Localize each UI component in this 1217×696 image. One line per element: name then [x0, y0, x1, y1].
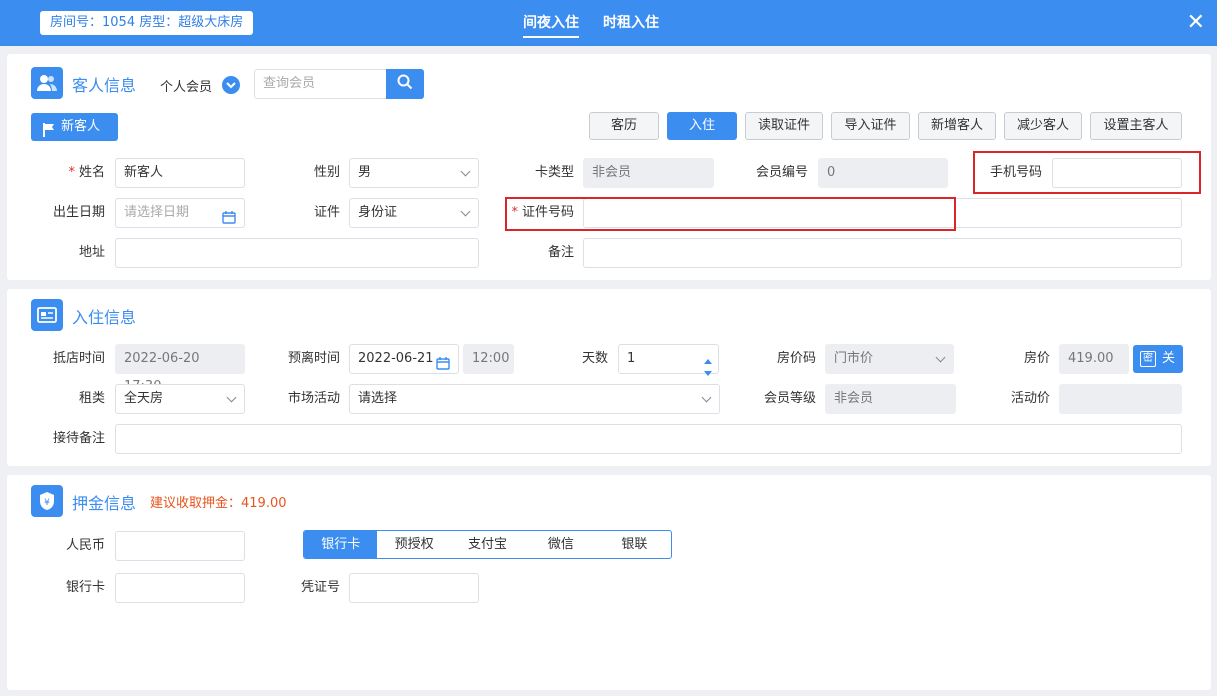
checkin-info-title: 入住信息 — [72, 308, 137, 327]
set-main-guest-button[interactable]: 设置主客人 — [1090, 112, 1182, 140]
chevron-down-icon — [935, 352, 946, 363]
id-type-label: 证件 — [313, 205, 340, 220]
add-guest-button[interactable]: 新增客人 — [918, 112, 996, 140]
lock-icon: 密 — [1140, 351, 1156, 367]
room-info-tag: 房间号：1054 房型：超级大床房 — [40, 11, 254, 35]
title-bar: 房间号：1054 房型：超级大床房 间夜入住 时租入住 ✕ — [0, 0, 1217, 46]
member-level-field: 非会员 — [825, 384, 956, 414]
member-no-field: 0 — [818, 158, 948, 188]
rmb-label: 人民币 — [65, 538, 105, 553]
days-stepper[interactable]: 1 — [618, 344, 719, 376]
import-id-button[interactable]: 导入证件 — [831, 112, 910, 140]
card-type-field: 非会员 — [583, 158, 714, 188]
gender-label: 性别 — [313, 165, 340, 180]
chevron-down-icon — [460, 166, 471, 177]
chevron-down-icon — [701, 392, 712, 403]
bank-card-field[interactable] — [115, 573, 245, 603]
guest-users-icon — [31, 67, 63, 99]
depart-label: 预离时间 — [287, 351, 340, 366]
promo-price-label: 活动价 — [1010, 391, 1050, 406]
pay-method-wechat[interactable]: 微信 — [524, 531, 597, 558]
close-icon[interactable]: ✕ — [1187, 12, 1205, 34]
remark-label: 备注 — [547, 245, 574, 260]
payment-method-tabs: 银行卡 预授权 支付宝 微信 银联 — [303, 530, 672, 559]
deposit-info-title: 押金信息 — [72, 494, 137, 513]
name-field[interactable]: 新客人 — [115, 158, 245, 188]
history-button[interactable]: 客历 — [589, 112, 659, 140]
address-field[interactable] — [115, 238, 479, 268]
address-label: 地址 — [78, 245, 105, 260]
market-select[interactable]: 请选择 — [349, 384, 720, 414]
member-search-input[interactable]: 查询会员 — [254, 69, 388, 99]
bank-card-label: 银行卡 — [65, 580, 105, 595]
member-type-label[interactable]: 个人会员 — [160, 76, 212, 95]
rate-code-label: 房价码 — [776, 351, 816, 366]
new-guest-chip[interactable]: 新客人 — [31, 113, 118, 141]
birth-label: 出生日期 — [52, 205, 105, 220]
member-no-label: 会员编号 — [755, 165, 808, 180]
rate-code-select[interactable]: 门市价 — [825, 344, 954, 374]
depart-date-picker[interactable]: 2022-06-21 — [349, 344, 459, 374]
arrive-label: 抵店时间 — [52, 351, 105, 366]
voucher-field[interactable] — [349, 573, 479, 603]
arrive-time-field: 2022-06-20 17:30 — [115, 344, 245, 394]
calendar-icon — [222, 207, 236, 235]
price-field: 419.00 — [1059, 344, 1129, 374]
rmb-field[interactable] — [115, 531, 245, 561]
tab-hourly-checkin[interactable]: 时租入住 — [603, 14, 659, 38]
chevron-down-icon[interactable] — [222, 76, 240, 94]
remark-field[interactable] — [583, 238, 1182, 268]
remove-guest-button[interactable]: 减少客人 — [1004, 112, 1082, 140]
birth-date-picker[interactable]: 请选择日期 — [115, 198, 245, 228]
pay-method-unionpay[interactable]: 银联 — [598, 531, 671, 558]
rent-type-select[interactable]: 全天房 — [115, 384, 245, 414]
phone-highlight-box — [973, 151, 1201, 194]
gender-select[interactable]: 男 — [349, 158, 479, 188]
checkin-button[interactable]: 入住 — [667, 112, 737, 140]
suggest-deposit-text: 建议收取押金：419.00 — [150, 496, 287, 511]
chevron-down-icon — [460, 206, 471, 217]
price-label: 房价 — [1023, 351, 1050, 366]
read-id-button[interactable]: 读取证件 — [745, 112, 823, 140]
promo-price-field — [1059, 384, 1182, 414]
search-button[interactable] — [386, 69, 424, 99]
guest-info-title: 客人信息 — [72, 76, 137, 95]
card-type-label: 卡类型 — [534, 165, 574, 180]
market-label: 市场活动 — [287, 391, 340, 406]
rent-type-label: 租类 — [78, 391, 105, 406]
deposit-shield-icon: ¥ — [31, 485, 63, 517]
pay-method-alipay[interactable]: 支付宝 — [451, 531, 524, 558]
days-label: 天数 — [581, 351, 608, 366]
checkin-card-icon — [31, 299, 63, 331]
name-label: * 姓名 — [68, 165, 105, 180]
tab-night-checkin[interactable]: 间夜入住 — [523, 14, 579, 38]
search-icon — [397, 74, 413, 94]
member-level-label: 会员等级 — [763, 391, 816, 406]
calendar-icon — [436, 353, 450, 381]
svg-text:¥: ¥ — [44, 498, 50, 508]
pay-method-preauth[interactable]: 预授权 — [377, 531, 450, 558]
depart-time-field: 12:00 — [463, 344, 514, 374]
price-secret-button[interactable]: 密 关 — [1133, 345, 1183, 373]
reception-note-label: 接待备注 — [52, 431, 105, 446]
id-no-highlight-box — [505, 197, 956, 231]
pay-method-bank-card[interactable]: 银行卡 — [304, 531, 378, 558]
reception-note-field[interactable] — [115, 424, 1182, 454]
chevron-down-icon — [226, 392, 237, 403]
voucher-label: 凭证号 — [300, 580, 340, 595]
flag-icon — [43, 120, 55, 148]
id-type-select[interactable]: 身份证 — [349, 198, 479, 228]
